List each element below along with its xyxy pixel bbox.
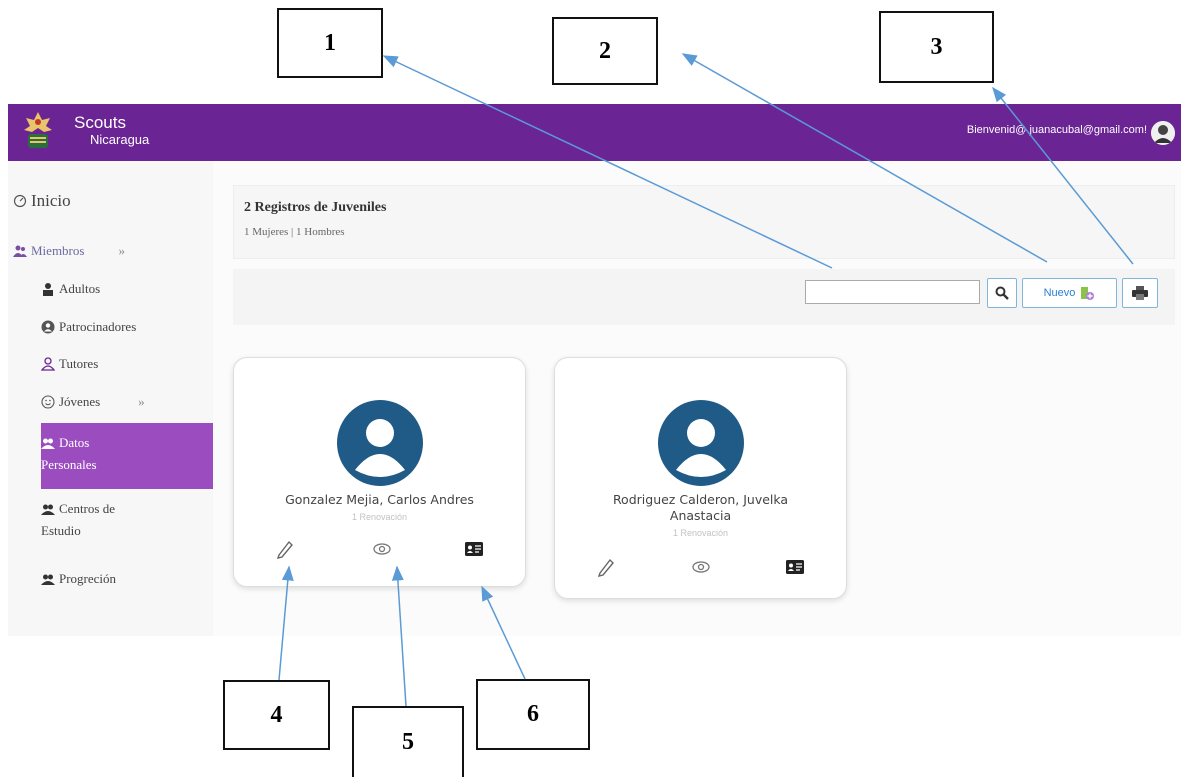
brand-name[interactable]: Scouts Nicaragua <box>74 114 149 146</box>
print-button[interactable] <box>1122 278 1158 308</box>
users-cog-icon <box>41 574 55 585</box>
sidebar-item-label: Tutores <box>59 356 99 371</box>
brand-line1: Scouts <box>74 113 126 132</box>
member-card: Gonzalez Mejia, Carlos Andres 1 Renovaci… <box>233 357 526 587</box>
member-name-line1: Rodriguez Calderon, Juvelka <box>612 492 789 507</box>
users-cog-icon <box>41 438 55 449</box>
records-title: 2 Registros de Juveniles <box>244 200 387 215</box>
top-navbar: Scouts Nicaragua Bienvenid@ juanacubal@g… <box>8 104 1181 161</box>
search-input[interactable] <box>805 280 980 304</box>
callout-box: 5 <box>352 706 464 777</box>
user-avatar-icon <box>1151 121 1175 145</box>
id-card-icon[interactable] <box>463 538 485 560</box>
callout-box: 3 <box>879 11 994 83</box>
callout-box: 1 <box>277 8 383 78</box>
sidebar-item-tutores[interactable]: Tutores <box>41 356 98 372</box>
sponsor-icon <box>41 320 55 334</box>
view-icon[interactable] <box>371 538 393 560</box>
sidebar: Inicio Miembros » Adultos Patrocinadores… <box>8 161 216 636</box>
dashboard-icon <box>13 194 27 208</box>
sidebar-item-label: Miembros <box>31 243 85 258</box>
sidebar-item-label-line2: Estudio <box>41 523 81 538</box>
main-content: 2 Registros de Juveniles 1 Mujeres | 1 H… <box>213 161 1181 636</box>
scouts-logo[interactable] <box>20 110 56 154</box>
sidebar-item-label: Adultos <box>59 281 101 296</box>
avatar-icon <box>658 400 744 486</box>
new-button-label: Nuevo <box>1043 287 1076 299</box>
member-status: 1 Renovación <box>672 528 729 538</box>
sidebar-item-jovenes[interactable]: Jóvenes » <box>41 394 145 410</box>
sidebar-item-label-line1: Centros de <box>59 501 115 516</box>
users-cog-icon <box>41 504 55 515</box>
smile-icon <box>41 395 55 409</box>
sidebar-item-inicio[interactable]: Inicio <box>13 191 71 211</box>
edit-icon[interactable] <box>595 556 617 578</box>
app-window: Scouts Nicaragua Bienvenid@ juanacubal@g… <box>8 104 1181 636</box>
sidebar-item-label-line1: Datos <box>59 435 90 450</box>
sidebar-item-label: Patrocinadores <box>59 319 137 334</box>
search-button[interactable] <box>987 278 1017 308</box>
callout-box: 2 <box>552 17 658 85</box>
callout-box: 4 <box>223 680 330 750</box>
member-name-line2: Anastacia <box>669 508 732 523</box>
users-icon <box>13 245 27 257</box>
print-icon <box>1132 286 1148 300</box>
tutor-icon <box>41 357 55 371</box>
member-name: Gonzalez Mejia, Carlos Andres <box>285 492 474 507</box>
sidebar-item-label-line2: Personales <box>41 457 97 472</box>
chevron-right-icon: » <box>138 394 145 409</box>
adult-icon <box>43 283 53 296</box>
sidebar-item-label: Inicio <box>31 191 71 210</box>
member-card: Rodriguez Calderon, Juvelka Anastacia 1 … <box>554 357 847 599</box>
search-icon <box>995 286 1009 300</box>
edit-icon[interactable] <box>274 538 296 560</box>
sidebar-item-progrecion[interactable]: Progreción <box>41 571 116 587</box>
brand-line2: Nicaragua <box>90 132 150 147</box>
user-avatar[interactable] <box>1151 121 1175 145</box>
view-icon[interactable] <box>690 556 712 578</box>
sidebar-item-label: Progreción <box>59 571 117 586</box>
sidebar-item-datos-personales[interactable]: Datos Personales <box>41 423 216 489</box>
add-user-icon <box>1081 287 1095 300</box>
records-subtitle: 1 Mujeres | 1 Hombres <box>244 226 345 238</box>
id-card-icon[interactable] <box>784 556 806 578</box>
sidebar-item-centros-de-estudio[interactable]: Centros de Estudio <box>41 501 211 539</box>
chevron-right-icon: » <box>118 243 125 258</box>
sidebar-item-patrocinadores[interactable]: Patrocinadores <box>41 319 136 335</box>
new-button[interactable]: Nuevo <box>1022 278 1117 308</box>
sidebar-item-miembros[interactable]: Miembros » <box>13 243 125 259</box>
toolbar: Nuevo <box>233 269 1175 325</box>
welcome-text: Bienvenid@ juanacubal@gmail.com! <box>966 124 1147 136</box>
member-status: 1 Renovación <box>351 512 408 522</box>
sidebar-item-label: Jóvenes <box>59 394 101 409</box>
callout-box: 6 <box>476 679 590 750</box>
sidebar-item-adultos[interactable]: Adultos <box>41 281 100 297</box>
avatar-icon <box>337 400 423 486</box>
records-summary: 2 Registros de Juveniles 1 Mujeres | 1 H… <box>233 185 1175 259</box>
